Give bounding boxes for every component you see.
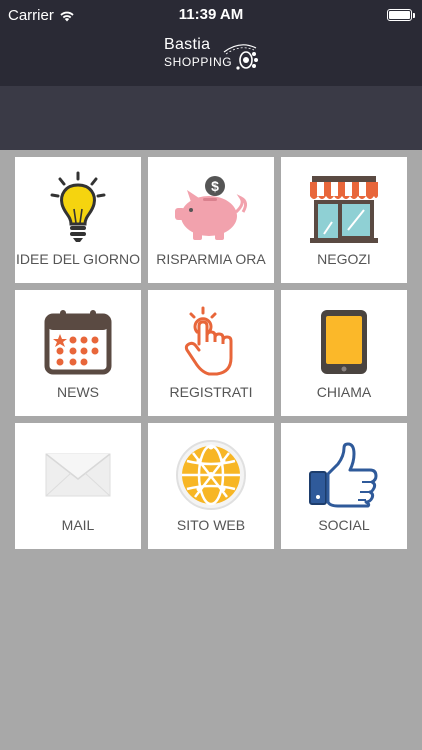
menu-tile-label: REGISTRATI (169, 384, 253, 400)
menu-tile-registrati[interactable]: REGISTRATI (148, 290, 274, 416)
pointing-hand-icon (184, 306, 233, 376)
thumbs-up-icon (309, 442, 378, 508)
menu-tile-risparmia-ora[interactable]: $ RISPARMIA ORA (148, 157, 274, 283)
menu-tile-label: SITO WEB (176, 517, 246, 533)
menu-tile-chiama[interactable]: CHIAMA (281, 290, 407, 416)
status-bar: Carrier 11:39 AM (0, 0, 422, 30)
menu-tile-news[interactable]: NEWS (15, 290, 141, 416)
menu-tile-idee-del-giorno[interactable]: IDEE DEL GIORNO (15, 157, 141, 283)
menu-tile-label: MAIL (61, 517, 95, 533)
lightbulb-icon (50, 171, 106, 242)
app-header: Carrier 11:39 AM Bastia SHOPPING (0, 0, 422, 86)
svg-text:$: $ (211, 178, 219, 194)
menu-tile-label: CHIAMA (316, 384, 372, 400)
app-screen: Carrier 11:39 AM Bastia SHOPPING IDEE DE… (0, 0, 422, 750)
menu-tile-label: SOCIAL (318, 517, 370, 533)
menu-tile-label: RISPARMIA ORA (156, 251, 266, 267)
menu-tile-social[interactable]: SOCIAL (281, 423, 407, 549)
menu-tile-label: NEGOZI (317, 251, 371, 267)
banner-area (0, 86, 422, 150)
menu-tile-mail[interactable]: MAIL (15, 423, 141, 549)
menu-tile-label: NEWS (57, 384, 99, 400)
battery-level (389, 11, 410, 19)
menu-tile-label: IDEE DEL GIORNO (16, 251, 140, 267)
app-logo: Bastia SHOPPING (160, 36, 264, 78)
logo-wordmark: Bastia (164, 36, 211, 53)
calendar-icon (44, 310, 112, 375)
storefront-icon (310, 176, 378, 243)
menu-tile-negozi[interactable]: NEGOZI (281, 157, 407, 283)
globe-icon (176, 440, 246, 510)
menu-tile-sito-web[interactable]: SITO WEB (148, 423, 274, 549)
status-time: 11:39 AM (178, 6, 244, 23)
menu-grid: IDEE DEL GIORNO $ RISPARMIA ORA NEGOZI N… (15, 157, 408, 551)
logo-footprints-icon (223, 44, 258, 70)
envelope-icon (45, 453, 111, 497)
piggy-bank-icon: $ (175, 176, 248, 240)
battery-icon (387, 9, 415, 21)
tablet-icon (321, 310, 367, 374)
